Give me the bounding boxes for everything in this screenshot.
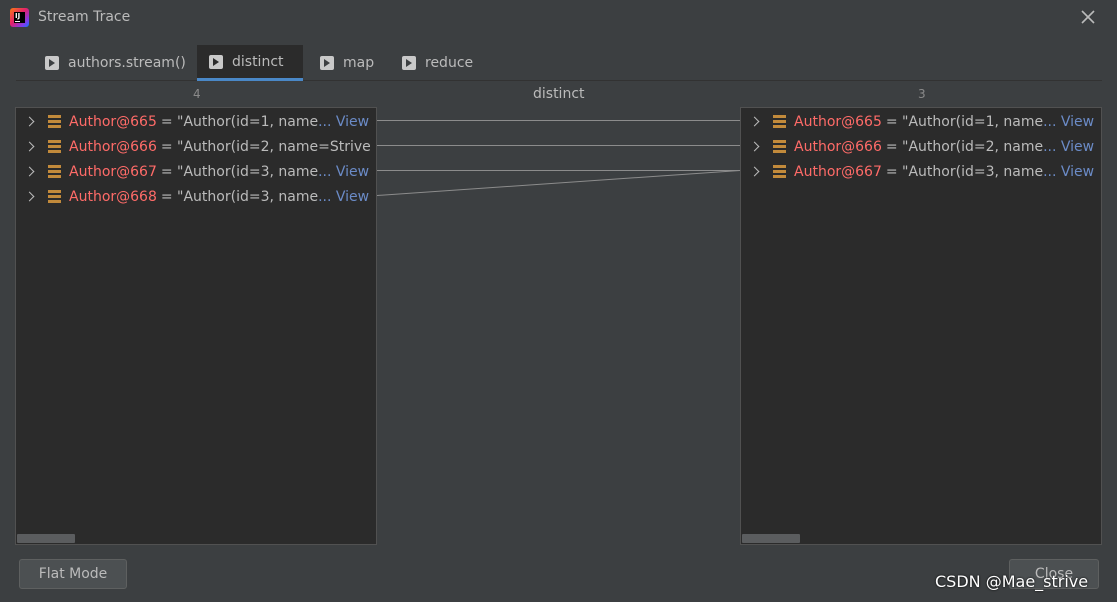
view-link[interactable]: ... View: [1043, 139, 1094, 155]
view-link[interactable]: ... View: [318, 114, 369, 130]
tree-row[interactable]: Author@668 = "Author(id=3, name... View: [16, 184, 376, 209]
chevron-right-icon[interactable]: [24, 190, 38, 204]
object-name: Author@665: [794, 113, 882, 130]
chevron-right-icon[interactable]: [749, 115, 763, 129]
chevron-right-icon[interactable]: [24, 140, 38, 154]
intellij-logo-icon: IJ: [10, 8, 29, 27]
object-icon: [48, 140, 61, 153]
play-icon: [45, 56, 59, 70]
chevron-right-icon[interactable]: [24, 165, 38, 179]
view-link[interactable]: ... View: [318, 189, 369, 205]
view-link[interactable]: ... View: [1043, 164, 1094, 180]
chevron-right-icon[interactable]: [749, 165, 763, 179]
object-value: = "Author(id=2, name=Strive: [161, 139, 371, 155]
object-name: Author@668: [69, 188, 157, 205]
right-values-panel[interactable]: Author@665 = "Author(id=1, name... View Au…: [740, 107, 1102, 545]
tree-row[interactable]: Author@666 = "Author(id=2, name... View: [741, 134, 1101, 159]
mapping-line: [376, 170, 741, 196]
operation-label: distinct: [533, 86, 585, 102]
left-count: 4: [193, 87, 201, 101]
value-text: = "Author(id=2, name=Strive: [160, 138, 371, 155]
tab-authors-stream[interactable]: authors.stream(): [33, 45, 198, 81]
object-value: = "Author(id=1, name... View: [161, 114, 369, 130]
tab-label: distinct: [232, 53, 284, 70]
object-icon: [48, 115, 61, 128]
object-value: = "Author(id=1, name... View: [886, 114, 1094, 130]
object-name: Author@667: [794, 163, 882, 180]
object-name: Author@666: [794, 138, 882, 155]
flat-mode-button[interactable]: Flat Mode: [19, 559, 127, 589]
play-icon: [209, 54, 223, 69]
value-text: = "Author(id=3, name: [885, 163, 1044, 180]
horizontal-scrollbar[interactable]: [17, 534, 75, 543]
tab-distinct[interactable]: distinct: [197, 45, 303, 81]
chevron-right-icon[interactable]: [24, 115, 38, 129]
tree-row[interactable]: Author@666 = "Author(id=2, name=Strive: [16, 134, 376, 159]
tree-row[interactable]: Author@667 = "Author(id=3, name... View: [16, 159, 376, 184]
tab-reduce[interactable]: reduce: [390, 45, 485, 81]
object-value: = "Author(id=3, name... View: [161, 164, 369, 180]
tab-label: authors.stream(): [68, 55, 186, 71]
object-name: Author@665: [69, 113, 157, 130]
view-link[interactable]: ... View: [318, 164, 369, 180]
value-text: = "Author(id=3, name: [160, 163, 319, 180]
object-icon: [773, 140, 786, 153]
value-text: = "Author(id=2, name: [885, 138, 1044, 155]
tab-bar: authors.stream() distinct map reduce: [16, 45, 1102, 81]
right-count: 3: [918, 87, 926, 101]
object-name: Author@667: [69, 163, 157, 180]
value-text: = "Author(id=3, name: [160, 188, 319, 205]
tab-label: reduce: [425, 55, 474, 71]
object-value: = "Author(id=3, name... View: [161, 189, 369, 205]
tree-row[interactable]: Author@667 = "Author(id=3, name... View: [741, 159, 1101, 184]
tab-map[interactable]: map: [308, 45, 386, 81]
object-name: Author@666: [69, 138, 157, 155]
tree-row[interactable]: Author@665 = "Author(id=1, name... View: [16, 109, 376, 134]
chevron-right-icon[interactable]: [749, 140, 763, 154]
value-text: = "Author(id=1, name: [160, 113, 319, 130]
title-bar: IJ Stream Trace: [0, 0, 1117, 36]
view-link[interactable]: ... View: [1043, 114, 1094, 130]
horizontal-scrollbar[interactable]: [742, 534, 800, 543]
tab-label: map: [343, 55, 375, 71]
object-icon: [48, 190, 61, 203]
object-value: = "Author(id=2, name... View: [886, 139, 1094, 155]
close-icon[interactable]: [1078, 7, 1098, 27]
value-text: = "Author(id=1, name: [885, 113, 1044, 130]
stream-trace-dialog: IJ Stream Trace authors.stream() distinc…: [0, 0, 1117, 602]
object-icon: [48, 165, 61, 178]
window-title: Stream Trace: [38, 9, 131, 25]
left-values-panel[interactable]: Author@665 = "Author(id=1, name... View Au…: [15, 107, 377, 545]
object-icon: [773, 165, 786, 178]
object-value: = "Author(id=3, name... View: [886, 164, 1094, 180]
tree-row[interactable]: Author@665 = "Author(id=1, name... View: [741, 109, 1101, 134]
play-icon: [320, 56, 334, 70]
object-icon: [773, 115, 786, 128]
watermark: CSDN @Mae_strive: [935, 572, 1089, 591]
play-icon: [402, 56, 416, 70]
